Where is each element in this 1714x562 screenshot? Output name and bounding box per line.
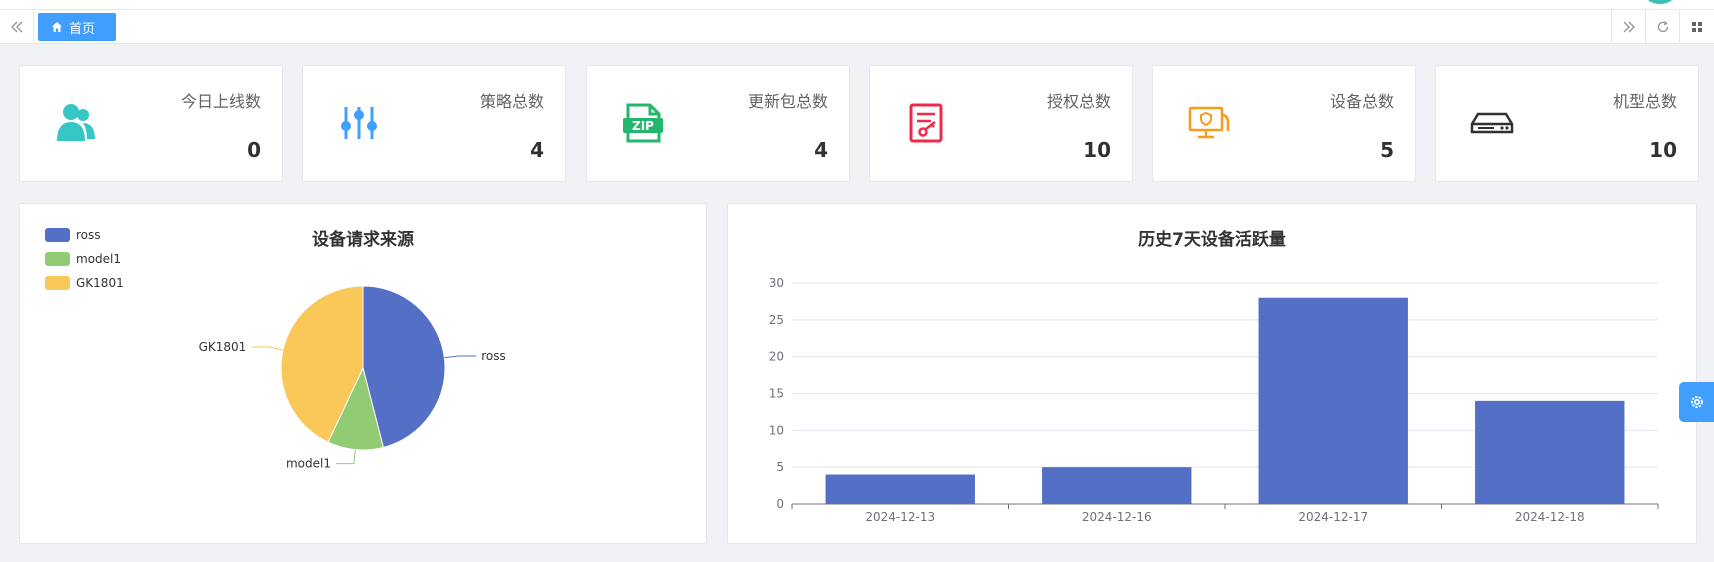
top-header-strip (0, 0, 1714, 10)
stat-card-models[interactable]: 机型总数 10 (1435, 65, 1699, 182)
legend-label: ross (76, 228, 101, 242)
y-tick-label: 25 (769, 313, 784, 327)
double-chevron-left-icon (10, 21, 22, 33)
x-tick-label: 2024-12-17 (1298, 510, 1368, 524)
stat-value: 0 (247, 138, 261, 162)
server-icon (1470, 101, 1514, 145)
stat-card-online-today[interactable]: 今日上线数 0 (19, 65, 283, 182)
device-source-panel: 设备请求来源 ross model1 GK1801 ross model1 GK1801 (19, 203, 707, 544)
y-tick-label: 10 (769, 423, 784, 437)
bar (1475, 400, 1625, 504)
stat-card-update-packages[interactable]: ZIP 更新包总数 4 (586, 65, 850, 182)
tab-bar: 首页 (0, 10, 1714, 44)
pie-leader-line (444, 355, 477, 359)
legend-swatch (45, 276, 70, 290)
pie-leader-line (251, 346, 284, 351)
stat-card-licenses[interactable]: 授权总数 10 (869, 65, 1133, 182)
users-icon (54, 101, 98, 145)
stat-label: 今日上线数 (180, 92, 261, 111)
stat-value: 4 (530, 138, 544, 162)
y-tick-label: 30 (769, 276, 784, 290)
sliders-icon (337, 101, 381, 145)
tab-menu-button[interactable] (1679, 10, 1713, 44)
double-chevron-right-icon (1623, 21, 1635, 33)
tab-home-label: 首页 (69, 21, 96, 37)
pie-slice-label: GK1801 (199, 340, 247, 354)
stat-label: 策略总数 (479, 92, 544, 111)
y-tick-label: 15 (769, 387, 784, 401)
pie-leader-line (335, 449, 356, 465)
stat-value: 10 (1649, 138, 1677, 162)
svg-text:ZIP: ZIP (632, 119, 654, 133)
license-icon (904, 101, 948, 145)
stat-value: 4 (814, 138, 828, 162)
pie-slice-label: ross (481, 349, 506, 363)
home-icon (52, 22, 62, 32)
pie-chart: ross model1 GK1801 ross model1 GK1801 (45, 228, 506, 471)
monitor-icon (1187, 101, 1231, 145)
x-tick-label: 2024-12-13 (865, 510, 935, 524)
scroll-right-button[interactable] (1611, 10, 1645, 44)
stat-value: 5 (1380, 138, 1394, 162)
bar (825, 474, 975, 504)
pie-slice-label: model1 (286, 457, 331, 471)
bar (1042, 467, 1192, 504)
scroll-left-button[interactable] (0, 10, 34, 44)
gear-icon (1690, 396, 1703, 408)
x-tick-label: 2024-12-18 (1515, 510, 1585, 524)
stat-label: 授权总数 (1046, 92, 1111, 111)
stat-label: 设备总数 (1329, 92, 1394, 111)
legend-label: GK1801 (76, 276, 124, 290)
legend-label: model1 (76, 252, 121, 266)
y-tick-label: 5 (776, 460, 784, 474)
stat-value: 10 (1083, 138, 1111, 162)
tab-home[interactable]: 首页 (38, 13, 116, 41)
y-tick-label: 20 (769, 350, 784, 364)
stat-card-devices[interactable]: 设备总数 5 (1152, 65, 1416, 182)
bar (1258, 297, 1408, 504)
refresh-icon (1657, 21, 1668, 33)
bar-chart: 0 5 10 15 20 25 30 2024-12-13 2024-12-16 2024-12-… (769, 276, 1659, 524)
zip-file-icon: ZIP (621, 101, 665, 145)
stat-label: 更新包总数 (747, 92, 828, 111)
legend-swatch (45, 252, 70, 266)
theme-settings-button[interactable] (1679, 382, 1714, 422)
grid-icon (1691, 22, 1702, 32)
refresh-button[interactable] (1645, 10, 1679, 44)
y-tick-label: 0 (776, 497, 784, 511)
stat-card-policies[interactable]: 策略总数 4 (302, 65, 566, 182)
stat-label: 机型总数 (1612, 92, 1677, 111)
x-tick-label: 2024-12-16 (1082, 510, 1152, 524)
legend-swatch (45, 228, 70, 242)
device-activity-panel: 历史7天设备活跃量 0 5 10 15 20 25 30 2024-12-13 2024-12-… (727, 203, 1697, 544)
